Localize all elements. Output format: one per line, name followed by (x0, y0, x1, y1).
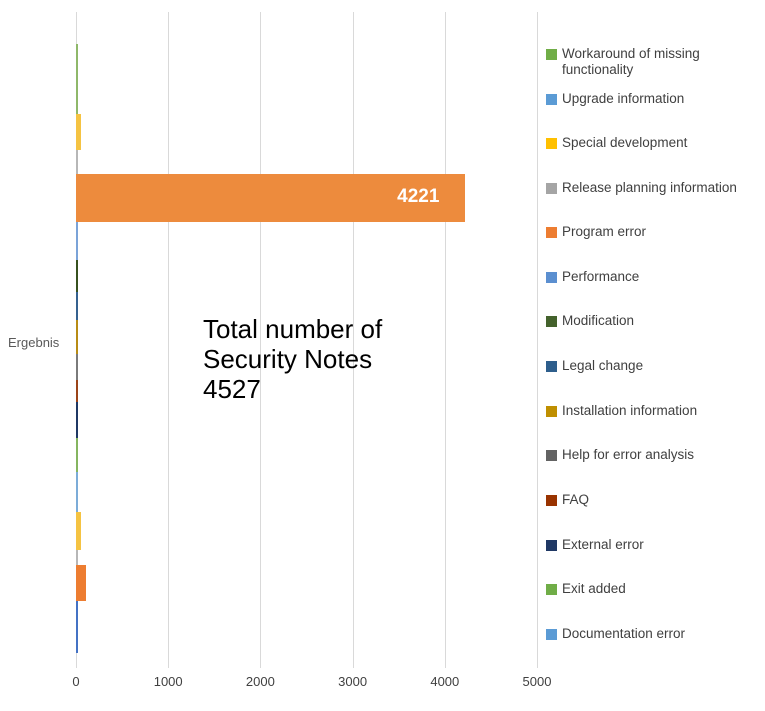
bar-segment[interactable] (76, 402, 78, 438)
bar-segment[interactable] (76, 354, 78, 380)
legend-label: Installation information (562, 403, 698, 418)
legend-label: Upgrade information (562, 91, 685, 106)
tick-mark (168, 662, 170, 668)
legend-label: FAQ (562, 492, 590, 507)
bar-segment[interactable] (76, 44, 78, 114)
legend-swatch-icon (546, 540, 557, 551)
legend-label: Legal change (562, 358, 644, 373)
legend-item[interactable]: Workaround of missing functionality (546, 46, 761, 78)
legend-swatch-icon (546, 495, 557, 506)
tick-label: 1000 (153, 674, 183, 689)
bar-segment[interactable] (76, 260, 78, 292)
legend-label: Program error (562, 224, 647, 239)
chart-container: 0 1000 2000 3000 4000 5000 Ergebnis 4221 Tota… (0, 0, 765, 711)
legend-label: Documentation error (562, 626, 686, 641)
bar-segment[interactable] (76, 472, 78, 512)
legend-label: Modification (562, 313, 635, 328)
legend-item[interactable]: External error (546, 537, 761, 553)
bar-segment[interactable] (76, 114, 81, 150)
legend-item[interactable]: FAQ (546, 492, 761, 508)
tick-label: 0 (72, 674, 80, 689)
legend-swatch-icon (546, 406, 557, 417)
legend-item[interactable]: Performance (546, 269, 761, 285)
tick-mark (537, 662, 538, 668)
legend-swatch-icon (546, 94, 557, 105)
tick-mark (444, 662, 446, 668)
tick-label: 3000 (338, 674, 368, 689)
legend-swatch-icon (546, 227, 557, 238)
tick-label: 4000 (430, 674, 460, 689)
legend-item[interactable]: Program error (546, 224, 761, 240)
legend-label: Workaround of missing functionality (562, 46, 700, 77)
category-axis-label: Ergebnis (8, 335, 60, 350)
tick-label: 2000 (245, 674, 275, 689)
bar-segment[interactable] (76, 380, 78, 402)
bar-segment[interactable] (76, 292, 78, 320)
legend-swatch-icon (546, 138, 557, 149)
legend-item[interactable]: Installation information (546, 403, 761, 419)
legend-swatch-icon (546, 450, 557, 461)
legend-item[interactable]: Upgrade information (546, 91, 761, 107)
legend-label: Release planning information (562, 180, 737, 195)
bar-segment[interactable] (76, 222, 78, 260)
legend-item[interactable]: Special development (546, 135, 761, 151)
legend-label: Help for error analysis (562, 447, 695, 462)
legend-label: Performance (562, 269, 640, 284)
bar-segment[interactable] (76, 601, 78, 653)
tick-mark (76, 662, 77, 668)
bar-segment[interactable] (76, 438, 78, 472)
legend-swatch-icon (546, 183, 557, 194)
tick-label: 5000 (522, 674, 552, 689)
legend-swatch-icon (546, 316, 557, 327)
legend-item[interactable]: Legal change (546, 358, 761, 374)
legend-swatch-icon (546, 629, 557, 640)
legend-label: Special development (562, 135, 688, 150)
annotation-line-3: 4527 (203, 374, 261, 404)
legend-item[interactable]: Exit added (546, 581, 761, 597)
bar-value-label: 4221 (397, 186, 440, 207)
annotation-line-1: Total number of (203, 314, 383, 344)
chart-annotation: Total number of Security Notes 4527 (203, 314, 382, 404)
legend-item[interactable]: Documentation error (546, 626, 761, 642)
legend-swatch-icon (546, 272, 557, 283)
bar-segment[interactable] (76, 150, 78, 174)
bar-segment[interactable] (76, 512, 81, 550)
legend-swatch-icon (546, 584, 557, 595)
legend-item[interactable]: Release planning information (546, 180, 761, 196)
bar-segment[interactable] (76, 565, 86, 601)
gridline (537, 12, 538, 662)
legend-swatch-icon (546, 361, 557, 372)
legend-item[interactable]: Modification (546, 313, 761, 329)
legend-label: External error (562, 537, 644, 552)
legend-swatch-icon (546, 49, 557, 60)
annotation-line-2: Security Notes (203, 344, 373, 374)
legend-label: Exit added (562, 581, 626, 596)
legend-item[interactable]: Help for error analysis (546, 447, 761, 463)
tick-mark (352, 662, 354, 668)
bar-segment[interactable] (76, 320, 79, 354)
tick-mark (260, 662, 262, 668)
